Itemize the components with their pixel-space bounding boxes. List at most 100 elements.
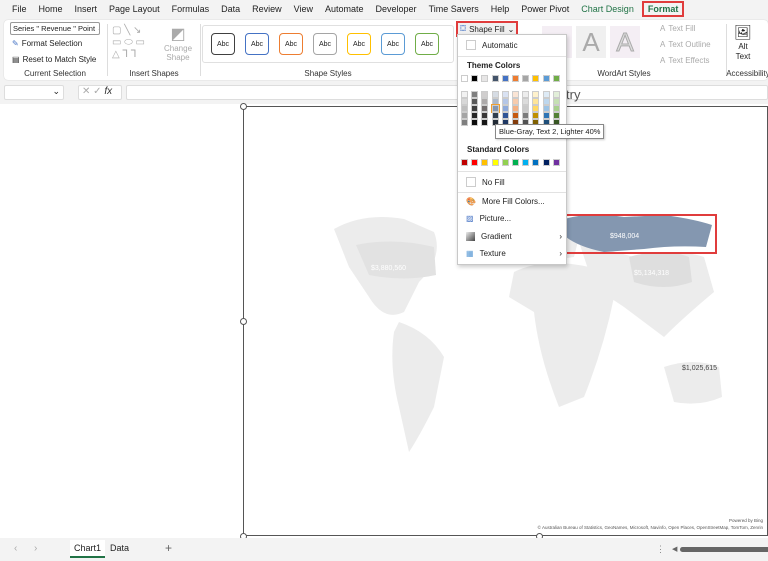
theme-tint-swatch[interactable] <box>490 104 500 113</box>
menu-format[interactable]: Format <box>641 1 685 17</box>
standard-color-swatch[interactable] <box>532 159 540 166</box>
format-selection-button[interactable]: ✎ Format Selection <box>12 39 82 48</box>
theme-tint-swatch[interactable] <box>471 112 479 119</box>
resize-handle[interactable] <box>240 103 247 110</box>
shape-style-preset[interactable]: Abc <box>313 33 337 55</box>
standard-color-swatch[interactable] <box>522 159 530 166</box>
theme-tint-swatch[interactable] <box>542 105 550 112</box>
theme-tint-swatch[interactable] <box>532 91 540 98</box>
text-fill-button[interactable]: A Text Fill <box>660 24 695 33</box>
add-sheet-button[interactable]: + <box>165 541 172 555</box>
text-outline-button[interactable]: A Text Outline <box>660 40 711 49</box>
theme-tint-swatch[interactable] <box>471 91 479 98</box>
theme-tint-swatch[interactable] <box>481 98 489 105</box>
shape-style-preset[interactable]: Abc <box>381 33 405 55</box>
theme-color-swatch[interactable] <box>461 75 468 82</box>
sheet-tab-data[interactable]: Data <box>110 543 129 553</box>
theme-tint-swatch[interactable] <box>501 91 509 98</box>
theme-tint-swatch[interactable] <box>481 119 489 126</box>
theme-tint-swatch[interactable] <box>461 91 468 98</box>
theme-tint-swatch[interactable] <box>461 98 468 105</box>
scroll-right-icon[interactable]: › <box>34 543 37 554</box>
theme-tint-swatch[interactable] <box>532 112 540 119</box>
menu-automate[interactable]: Automate <box>319 4 370 14</box>
theme-tint-swatch[interactable] <box>512 112 519 119</box>
theme-tint-swatch[interactable] <box>522 105 530 112</box>
theme-color-swatch[interactable] <box>522 75 530 82</box>
automatic-option[interactable]: Automatic <box>466 40 518 50</box>
theme-tint-swatch[interactable] <box>491 112 499 119</box>
theme-tint-swatch[interactable] <box>471 98 479 105</box>
menu-power-pivot[interactable]: Power Pivot <box>515 4 575 14</box>
reset-style-button[interactable]: ▤ Reset to Match Style <box>12 55 96 64</box>
theme-tint-swatch[interactable] <box>552 105 560 112</box>
menu-developer[interactable]: Developer <box>370 4 423 14</box>
chart-element-selector[interactable]: Series " Revenue " Point ⌄ <box>10 22 100 35</box>
sheet-tab-chart1[interactable]: Chart1 <box>70 540 106 558</box>
theme-tint-swatch[interactable] <box>512 98 519 105</box>
chart-title[interactable]: try <box>566 87 580 102</box>
menu-help[interactable]: Help <box>485 4 516 14</box>
scroll-left-icon[interactable]: ‹ <box>14 543 17 554</box>
menu-time-savers[interactable]: Time Savers <box>423 4 485 14</box>
theme-color-swatch[interactable] <box>532 75 540 82</box>
theme-tint-swatch[interactable] <box>522 98 530 105</box>
theme-color-swatch[interactable] <box>491 75 499 82</box>
theme-tint-swatch[interactable] <box>471 119 479 126</box>
theme-tint-swatch[interactable] <box>501 112 509 119</box>
theme-tint-swatch[interactable] <box>491 91 499 98</box>
theme-tint-swatch[interactable] <box>522 112 530 119</box>
theme-tint-swatch[interactable] <box>461 119 468 126</box>
theme-color-swatch[interactable] <box>481 75 489 82</box>
picture-option[interactable]: ▨ Picture... <box>466 214 511 223</box>
menu-file[interactable]: File <box>6 4 33 14</box>
theme-color-swatch[interactable] <box>471 75 479 82</box>
theme-tint-swatch[interactable] <box>532 105 540 112</box>
resize-handle[interactable] <box>240 318 247 325</box>
horizontal-scrollbar[interactable] <box>680 547 768 552</box>
menu-page-layout[interactable]: Page Layout <box>103 4 166 14</box>
theme-tint-swatch[interactable] <box>542 91 550 98</box>
change-shape-button[interactable]: ◩ Change Shape <box>164 24 192 62</box>
alt-text-button[interactable]: 🖼 Alt Text <box>732 24 754 62</box>
tab-splitter[interactable]: ⋮ <box>656 544 665 555</box>
standard-color-swatch[interactable] <box>501 159 509 166</box>
standard-color-swatch[interactable] <box>481 159 489 166</box>
theme-color-swatch[interactable] <box>542 75 550 82</box>
theme-color-swatch[interactable] <box>501 75 509 82</box>
standard-color-swatch[interactable] <box>491 159 499 166</box>
shape-style-preset[interactable]: Abc <box>279 33 303 55</box>
theme-tint-swatch[interactable] <box>552 91 560 98</box>
theme-tint-swatch[interactable] <box>491 98 499 105</box>
standard-color-swatch[interactable] <box>552 159 560 166</box>
gradient-option[interactable]: Gradient › <box>466 232 562 241</box>
theme-color-swatch[interactable] <box>552 75 560 82</box>
name-box[interactable]: ⌄ <box>4 85 64 100</box>
shapes-gallery[interactable]: ▢ ╲ ↘ ▭ ⬭ ▭ △ ⅂ ⅂ <box>112 25 160 63</box>
standard-color-swatch[interactable] <box>542 159 550 166</box>
formula-input[interactable] <box>126 85 768 100</box>
theme-tint-swatch[interactable] <box>461 112 468 119</box>
menu-data[interactable]: Data <box>215 4 246 14</box>
shape-style-preset[interactable]: Abc <box>211 33 235 55</box>
theme-tint-swatch[interactable] <box>501 105 509 112</box>
menu-chart-design[interactable]: Chart Design <box>575 4 640 14</box>
theme-tint-swatch[interactable] <box>552 98 560 105</box>
shape-style-preset[interactable]: Abc <box>347 33 371 55</box>
more-fill-colors-option[interactable]: 🎨 More Fill Colors... <box>466 197 545 206</box>
theme-tint-swatch[interactable] <box>542 98 550 105</box>
menu-home[interactable]: Home <box>33 4 69 14</box>
theme-tint-swatch[interactable] <box>481 105 489 112</box>
theme-tint-swatch[interactable] <box>512 91 519 98</box>
standard-color-swatch[interactable] <box>512 159 519 166</box>
menu-view[interactable]: View <box>288 4 319 14</box>
theme-color-swatch[interactable] <box>512 75 519 82</box>
menu-formulas[interactable]: Formulas <box>166 4 216 14</box>
shape-style-preset[interactable]: Abc <box>415 33 439 55</box>
standard-color-swatch[interactable] <box>461 159 468 166</box>
scroll-left-arrow-icon[interactable]: ◀ <box>672 545 677 553</box>
theme-tint-swatch[interactable] <box>522 91 530 98</box>
theme-tint-swatch[interactable] <box>542 112 550 119</box>
shape-style-preset[interactable]: Abc <box>245 33 269 55</box>
theme-tint-swatch[interactable] <box>532 98 540 105</box>
